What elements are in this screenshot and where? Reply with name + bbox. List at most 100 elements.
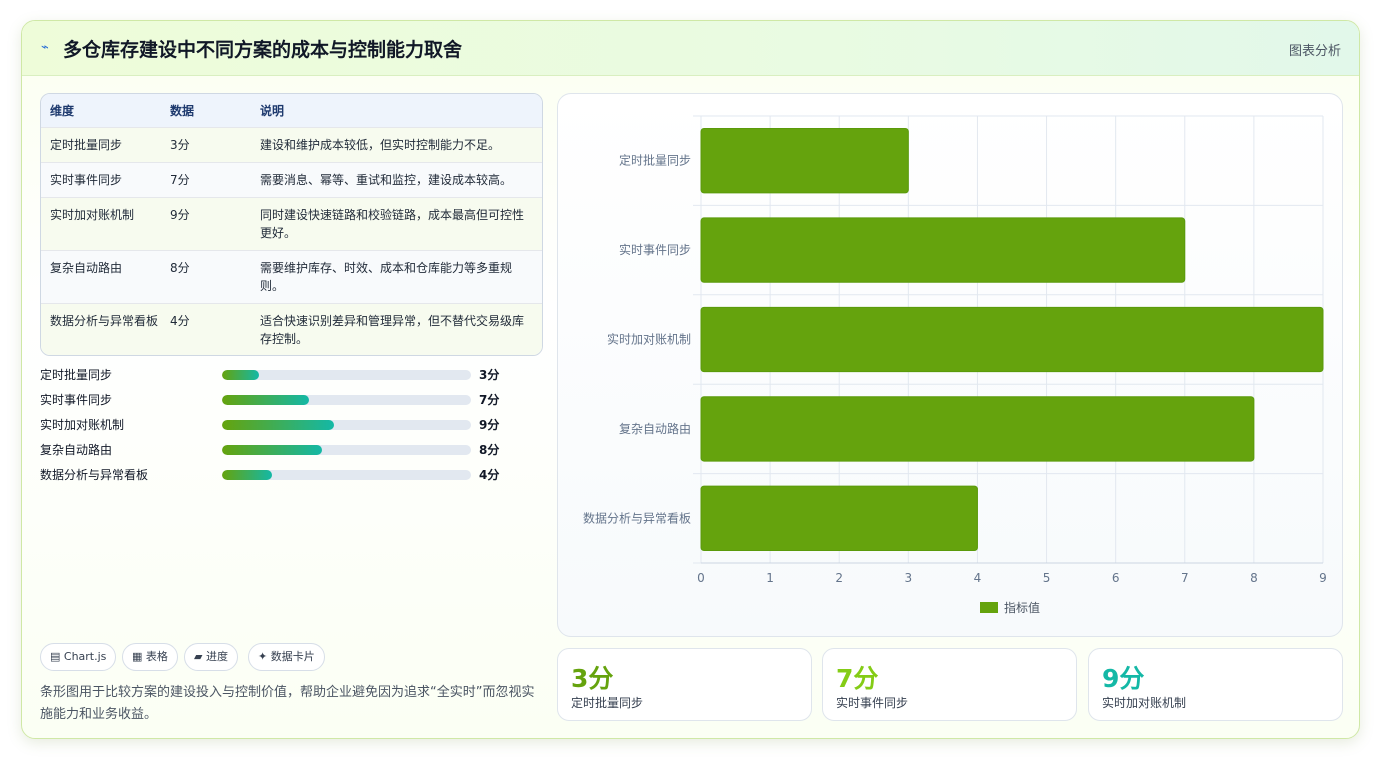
stat-card: 3分 定时批量同步 <box>557 648 812 721</box>
table-header-cell: 说明 <box>260 104 285 118</box>
chip-label: 进度 <box>205 650 228 663</box>
table-cell-desc: 需要消息、幂等、重试和监控，建设成本较高。 <box>260 173 513 187</box>
table-header-row: 维度 数据 说明 <box>41 94 542 127</box>
table-icon: ▦ <box>132 650 146 663</box>
progress-value: 3分 <box>479 368 500 382</box>
legend-label: 指标值 <box>1004 600 1040 615</box>
progress-value: 9分 <box>479 418 500 432</box>
stat-card: 7分 实时事件同步 <box>822 648 1077 721</box>
x-tick-label: 5 <box>1043 571 1051 585</box>
x-tick-label: 6 <box>1112 571 1120 585</box>
x-tick-label: 0 <box>697 571 705 585</box>
progress-fill <box>222 420 335 430</box>
bar <box>700 485 978 551</box>
progress-fill <box>222 370 260 380</box>
table-header-cell: 数据 <box>170 104 195 118</box>
progress-row: 复杂自动路由 8分 <box>40 439 520 459</box>
table-cell-value: 3分 <box>170 138 190 152</box>
progress-value: 4分 <box>479 468 500 482</box>
bar <box>700 217 1186 283</box>
category-label: 数据分析与异常看板 <box>583 510 691 525</box>
x-tick-label: 1 <box>766 571 774 585</box>
bar <box>700 306 1324 373</box>
stat-value: 7分 <box>836 664 879 693</box>
progress-track <box>222 370 471 380</box>
description-note: 条形图用于比较方案的建设投入与控制价值，帮助企业避免因为追求“全实时”而忽视实施… <box>40 685 535 722</box>
progress-label: 定时批量同步 <box>40 368 113 382</box>
chip-label: 表格 <box>145 650 168 663</box>
dashboard-card: ⌁ 多仓库存建设中不同方案的成本与控制能力取舍 图表分析 维度 数据 说明 定时… <box>21 20 1360 739</box>
table-cell-name: 复杂自动路由 <box>50 261 123 275</box>
table-cell-value: 7分 <box>170 173 190 187</box>
bar <box>700 396 1255 462</box>
chip-progress[interactable]: ▰ 进度 <box>184 643 238 671</box>
stat-label: 实时加对账机制 <box>1102 696 1187 710</box>
table-cell-name: 实时事件同步 <box>50 173 123 187</box>
chip-datacard[interactable]: ✦ 数据卡片 <box>248 643 325 671</box>
chip-label: 数据卡片 <box>270 650 315 663</box>
progress-row: 实时事件同步 7分 <box>40 389 520 409</box>
table-row: 数据分析与异常看板 4分 适合快速识别差异和管理异常，但不替代交易级库存控制。 <box>41 303 542 355</box>
table-cell-value: 8分 <box>170 261 190 275</box>
header-bar: ⌁ 多仓库存建设中不同方案的成本与控制能力取舍 图表分析 <box>22 21 1359 76</box>
progress-fill <box>222 470 272 480</box>
table-cell-desc: 需要维护库存、时效、成本和仓库能力等多重规则。 <box>260 261 513 293</box>
table-row: 定时批量同步 3分 建设和维护成本较低，但实时控制能力不足。 <box>41 127 542 162</box>
progress-fill <box>222 445 322 455</box>
progress-label: 实时加对账机制 <box>40 418 125 432</box>
progress-fill <box>222 395 310 405</box>
category-label: 复杂自动路由 <box>619 421 691 436</box>
x-tick-label: 3 <box>905 571 913 585</box>
x-tick-label: 7 <box>1181 571 1189 585</box>
sparkle-icon: ✦ <box>258 650 271 663</box>
progress-row: 数据分析与异常看板 4分 <box>40 464 520 484</box>
chip-table[interactable]: ▦ 表格 <box>122 643 178 671</box>
chart-icon: ▤ <box>50 650 64 663</box>
progress-label: 复杂自动路由 <box>40 443 113 457</box>
category-label: 实时事件同步 <box>619 242 691 257</box>
stat-value: 3分 <box>571 664 614 693</box>
progress-track <box>222 470 471 480</box>
progress-track <box>222 395 471 405</box>
header-tag: 图表分析 <box>1288 44 1341 59</box>
table-cell-desc: 同时建设快速链路和校验链路，成本最高但可控性更好。 <box>260 208 525 240</box>
table-cell-desc: 适合快速识别差异和管理异常，但不替代交易级库存控制。 <box>260 314 525 346</box>
stat-label: 定时批量同步 <box>571 696 644 710</box>
chip-label: Chart.js <box>63 650 107 663</box>
x-tick-label: 9 <box>1319 571 1327 585</box>
chip-chartjs[interactable]: ▤ Chart.js <box>40 643 117 671</box>
category-label: 定时批量同步 <box>619 153 691 168</box>
table-cell-value: 9分 <box>170 208 190 222</box>
page-title: 多仓库存建设中不同方案的成本与控制能力取舍 <box>63 39 463 61</box>
table-header-cell: 维度 <box>50 104 75 118</box>
progress-label: 数据分析与异常看板 <box>40 468 149 482</box>
table-row: 实时事件同步 7分 需要消息、幂等、重试和监控，建设成本较高。 <box>41 162 542 197</box>
table-cell-value: 4分 <box>170 314 190 328</box>
table-cell-name: 实时加对账机制 <box>50 208 135 222</box>
stat-card: 9分 实时加对账机制 <box>1088 648 1343 721</box>
progress-row: 实时加对账机制 9分 <box>40 414 520 434</box>
progress-value: 7分 <box>479 393 500 407</box>
chart-panel: 定时批量同步 实时事件同步实时加对账机制复杂自动路由数据分析与异常看板 0 1 2 3 4 5… <box>557 93 1343 637</box>
progress-label: 实时事件同步 <box>40 393 113 407</box>
x-tick-label: 4 <box>974 571 982 585</box>
folder-icon: ▰ <box>194 650 206 663</box>
x-tick-label: 8 <box>1250 571 1258 585</box>
table-cell-name: 定时批量同步 <box>50 138 123 152</box>
progress-track <box>222 445 471 455</box>
progress-row: 定时批量同步 3分 <box>40 364 520 384</box>
bolt-icon: ⌁ <box>41 40 49 55</box>
bar <box>700 128 909 194</box>
stat-value: 9分 <box>1102 664 1145 693</box>
data-table: 维度 数据 说明 定时批量同步 3分 建设和维护成本较低，但实时控制能力不足。 … <box>40 93 543 356</box>
legend-swatch <box>980 602 998 613</box>
table-cell-desc: 建设和维护成本较低，但实时控制能力不足。 <box>260 138 501 152</box>
bar-chart: 定时批量同步实时事件同步实时加对账机制复杂自动路由数据分析与异常看板 0 1 2 3 4 5… <box>583 115 1327 615</box>
table-cell-name: 数据分析与异常看板 <box>50 314 159 328</box>
x-tick-label: 2 <box>835 571 843 585</box>
category-label: 实时加对账机制 <box>607 332 691 347</box>
table-row: 实时加对账机制 9分 同时建设快速链路和校验链路，成本最高但可控性更好。 <box>41 197 542 250</box>
progress-value: 8分 <box>479 443 500 457</box>
progress-track <box>222 420 471 430</box>
table-row: 复杂自动路由 8分 需要维护库存、时效、成本和仓库能力等多重规则。 <box>41 250 542 303</box>
